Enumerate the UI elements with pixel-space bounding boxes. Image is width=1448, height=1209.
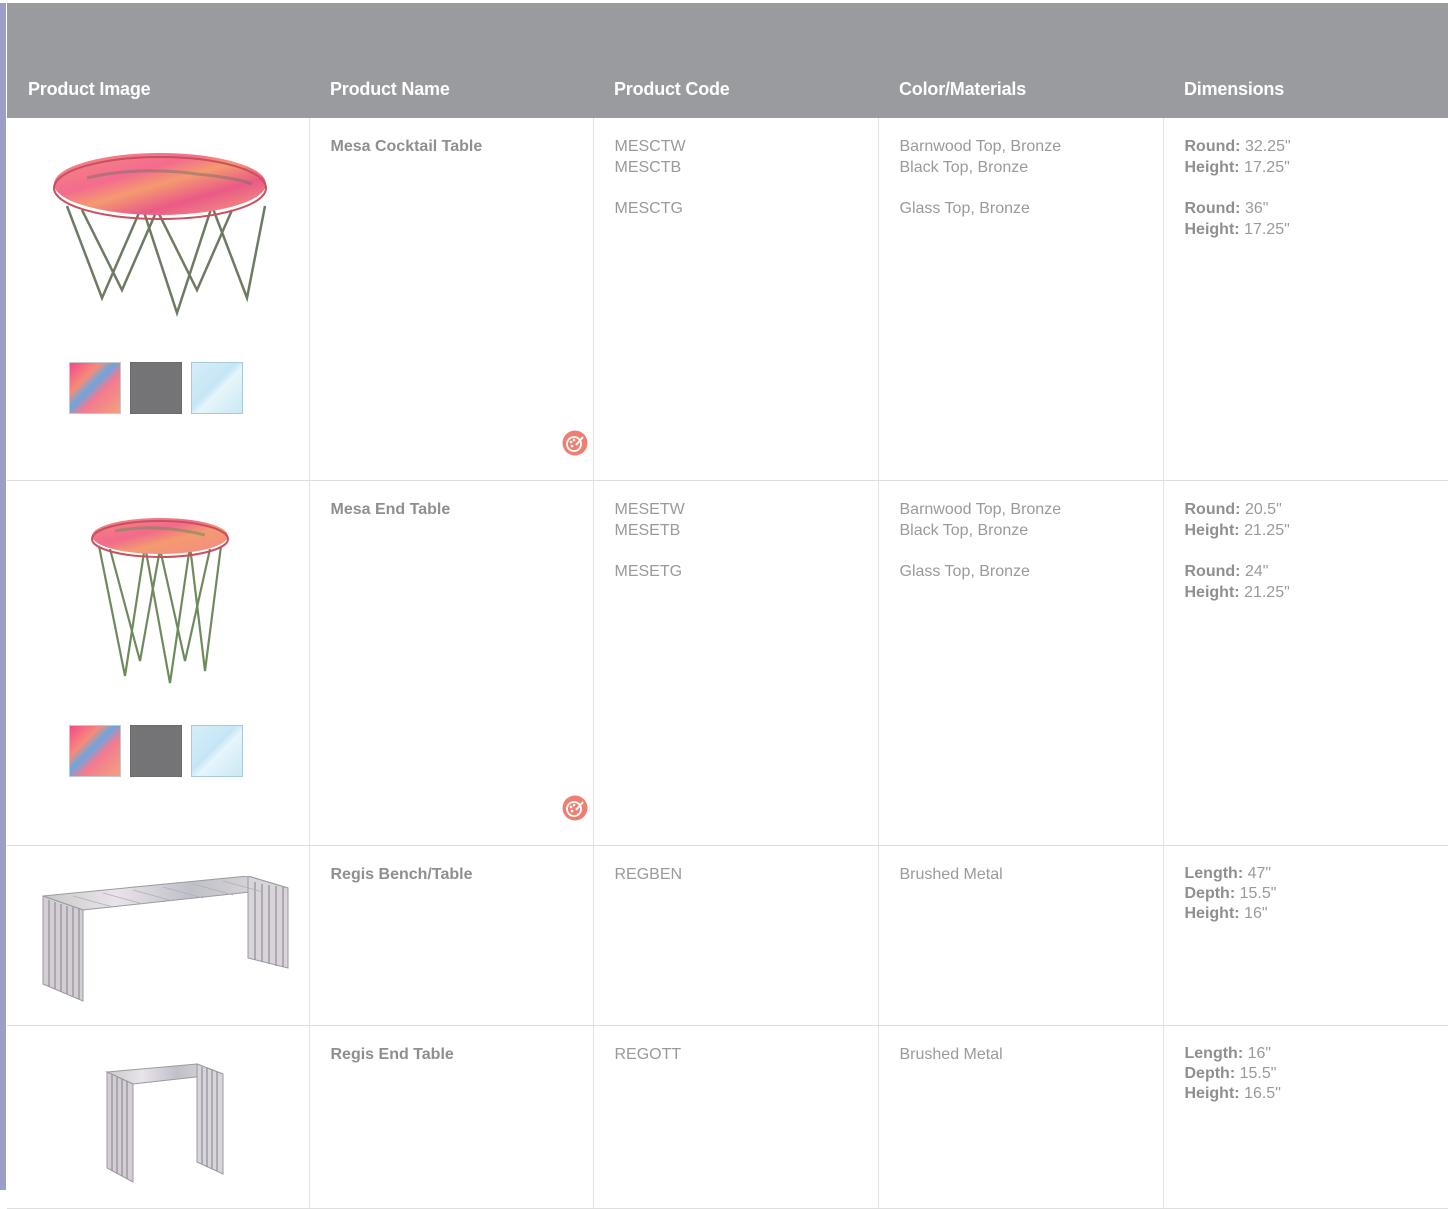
column-header-code: Product Code xyxy=(593,3,878,118)
product-image-cell xyxy=(7,480,309,846)
slatted-bench-image xyxy=(42,875,289,1002)
dimension-label: Height: xyxy=(1184,1084,1240,1102)
product-code: MESCTG xyxy=(614,200,683,217)
table-header-row: Product Image Product Name Product Code … xyxy=(7,3,1448,118)
product-image-cell xyxy=(7,1025,309,1209)
dimension-value: 16" xyxy=(1247,1044,1272,1062)
material-text: Barnwood Top, Bronze xyxy=(899,138,1062,155)
dimensions-cell: Round: 32.25" Height: 17.25" Round: 36" … xyxy=(1162,118,1448,481)
dimension-label: Height: xyxy=(1184,904,1240,922)
material-text: Black Top, Bronze xyxy=(899,521,1029,539)
product-image-cell xyxy=(7,845,309,1026)
product-code-cell: MESETW MESETB MESETG xyxy=(592,480,878,846)
dimension-label: Height: xyxy=(1184,521,1240,539)
dimension-value: 20.5" xyxy=(1244,500,1282,518)
dimension-label: Round: xyxy=(1184,500,1241,518)
color-materials-cell: Barnwood Top, Bronze Black Top, Bronze G… xyxy=(877,480,1163,846)
product-name: Mesa Cocktail Table xyxy=(330,138,483,155)
material-text: Brushed Metal xyxy=(899,865,1003,883)
product-code: REGOTT xyxy=(614,1045,682,1063)
product-code: MESCTW xyxy=(614,138,686,155)
barnwood-swatch[interactable] xyxy=(69,362,121,414)
color-materials-cell: Brushed Metal xyxy=(877,1025,1163,1209)
dimensions-cell: Length: 16" Depth: 15.5" Height: 16.5" xyxy=(1162,1025,1448,1209)
dimensions-cell: Round: 20.5" Height: 21.25" Round: 24" H… xyxy=(1162,480,1448,846)
color-materials-cell: Barnwood Top, Bronze Black Top, Bronze G… xyxy=(877,118,1163,481)
table-row: Regis Bench/Table REGBEN Brushed Metal L… xyxy=(7,845,1448,1026)
column-header-dimensions: Dimensions xyxy=(1163,3,1448,118)
dimension-value: 21.25" xyxy=(1244,521,1290,539)
product-code: REGBEN xyxy=(614,865,683,883)
column-header-color: Color/Materials xyxy=(878,3,1163,118)
round-cocktail-table-image xyxy=(53,153,267,318)
dimension-value: 24" xyxy=(1244,562,1269,580)
product-code-cell: MESCTW MESCTB MESCTG xyxy=(592,118,878,481)
dimension-value: 16" xyxy=(1244,904,1268,922)
product-code: MESCTB xyxy=(614,159,682,176)
column-header-name: Product Name xyxy=(309,3,593,118)
table-row: Regis End Table REGOTT Brushed Metal Len… xyxy=(7,1025,1448,1209)
slatted-end-table-image xyxy=(105,1062,224,1183)
product-code-cell: REGBEN xyxy=(592,845,878,1026)
product-name-cell: Regis End Table xyxy=(308,1025,593,1209)
product-name: Mesa End Table xyxy=(330,500,451,518)
glass-swatch[interactable] xyxy=(191,724,243,777)
product-code-cell: REGOTT xyxy=(592,1025,878,1209)
product-name-cell: Mesa Cocktail Table xyxy=(308,118,593,481)
dimension-label: Depth: xyxy=(1184,1064,1236,1082)
product-table: Product Image Product Name Product Code … xyxy=(7,3,1448,1209)
dimension-value: 47" xyxy=(1247,864,1272,882)
dimension-label: Round: xyxy=(1184,200,1241,217)
dimension-label: Depth: xyxy=(1184,884,1236,902)
column-header-image: Product Image xyxy=(7,3,309,118)
dimension-value: 15.5" xyxy=(1239,1064,1277,1082)
product-code: MESETW xyxy=(614,500,685,518)
dimension-label: Round: xyxy=(1184,138,1241,155)
material-text: Glass Top, Bronze xyxy=(899,562,1030,580)
color-materials-cell: Brushed Metal xyxy=(877,845,1163,1026)
product-name: Regis End Table xyxy=(330,1045,454,1063)
material-text: Barnwood Top, Bronze xyxy=(899,500,1062,518)
page-edge-accent xyxy=(0,0,6,1190)
dimension-value: 21.25" xyxy=(1244,583,1290,601)
swatch-row xyxy=(69,724,243,777)
dimension-label: Length: xyxy=(1184,1044,1244,1062)
glass-swatch[interactable] xyxy=(191,362,243,414)
material-text: Glass Top, Bronze xyxy=(899,200,1030,217)
product-code: MESETB xyxy=(614,521,681,539)
dimension-label: Height: xyxy=(1184,583,1240,601)
material-text: Black Top, Bronze xyxy=(899,159,1029,176)
palette-icon[interactable] xyxy=(562,430,588,456)
dimensions-cell: Length: 47" Depth: 15.5" Height: 16" xyxy=(1162,845,1448,1026)
table-row: Mesa End Table MESETW MESETB MESETG Barn… xyxy=(7,480,1448,846)
dimension-label: Round: xyxy=(1184,562,1241,580)
dimension-value: 36" xyxy=(1244,200,1269,217)
product-name-cell: Regis Bench/Table xyxy=(308,845,593,1026)
dimension-value: 15.5" xyxy=(1239,884,1277,902)
dimension-value: 17.25" xyxy=(1244,221,1290,238)
dimension-label: Height: xyxy=(1184,221,1240,238)
round-end-table-image xyxy=(91,517,229,683)
palette-icon[interactable] xyxy=(562,795,588,821)
dimension-value: 16.5" xyxy=(1244,1084,1281,1102)
barnwood-swatch[interactable] xyxy=(69,724,121,777)
product-name: Regis Bench/Table xyxy=(330,865,473,883)
dimension-value: 17.25" xyxy=(1244,159,1290,176)
product-image-cell xyxy=(7,118,309,481)
dimension-label: Length: xyxy=(1184,864,1244,882)
dimension-label: Height: xyxy=(1184,159,1240,176)
black-swatch[interactable] xyxy=(130,724,182,777)
dimension-value: 32.25" xyxy=(1244,138,1291,155)
swatch-row xyxy=(69,362,243,414)
material-text: Brushed Metal xyxy=(899,1045,1003,1063)
product-name-cell: Mesa End Table xyxy=(308,480,593,846)
black-swatch[interactable] xyxy=(130,362,182,414)
product-code: MESETG xyxy=(614,562,683,580)
table-row: Mesa Cocktail Table MESCTW MESCTB MESCTG… xyxy=(7,118,1448,481)
